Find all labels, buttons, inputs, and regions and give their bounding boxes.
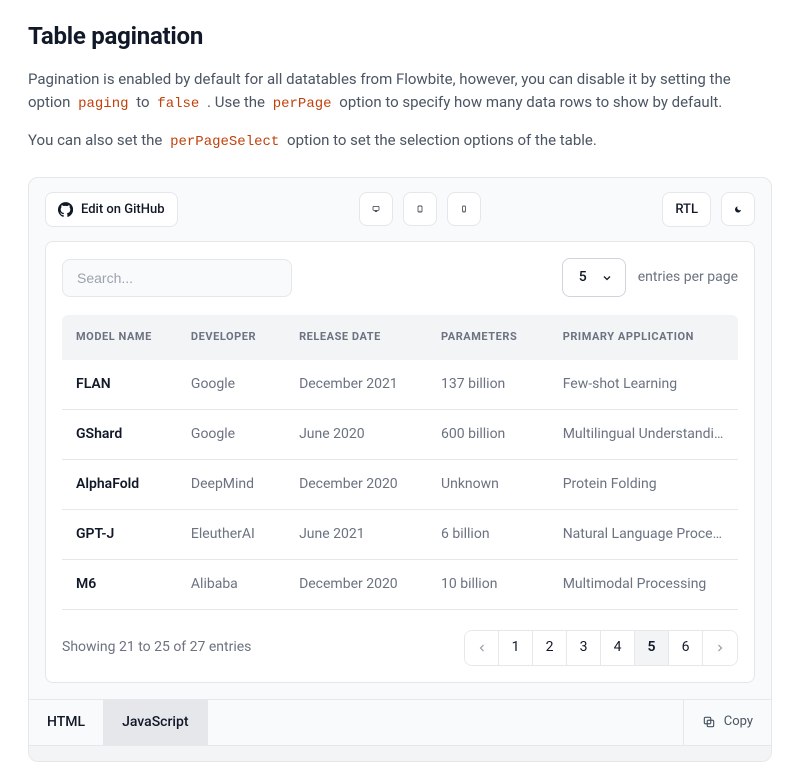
table-cell: GPT-J: [62, 509, 177, 559]
table-row: M6AlibabaDecember 202010 billionMultimod…: [62, 559, 738, 609]
table-cell: Protein Folding: [549, 459, 738, 509]
table-cell: Natural Language Processing: [549, 509, 738, 559]
pagination-prev[interactable]: [465, 631, 499, 665]
chevron-down-icon: [601, 272, 613, 284]
pagination-page[interactable]: 6: [669, 631, 703, 665]
column-header[interactable]: MODEL NAME: [62, 315, 177, 360]
mobile-icon: [460, 201, 468, 217]
table-cell: December 2021: [285, 360, 427, 410]
edit-on-github-label: Edit on GitHub: [81, 200, 165, 220]
pagination-page[interactable]: 3: [567, 631, 601, 665]
data-table: MODEL NAMEDEVELOPERRELEASE DATEPARAMETER…: [62, 315, 738, 610]
table-row: AlphaFoldDeepMindDecember 2020UnknownPro…: [62, 459, 738, 509]
table-row: GShardGoogleJune 2020600 billionMultilin…: [62, 409, 738, 459]
column-header[interactable]: PRIMARY APPLICATION: [549, 315, 738, 360]
pagination-page[interactable]: 2: [533, 631, 567, 665]
tablet-view-button[interactable]: [403, 192, 437, 226]
table-cell: 600 billion: [427, 409, 549, 459]
edit-on-github-button[interactable]: Edit on GitHub: [45, 192, 178, 228]
per-page-value: 5: [579, 267, 587, 288]
example-toolbar: Edit on GitHub RTL: [29, 178, 771, 242]
table-cell: Few-shot Learning: [549, 360, 738, 410]
intro-text: option to set the selection options of t…: [287, 131, 597, 149]
intro-text: option to specify how many data rows to …: [339, 93, 722, 111]
per-page-select[interactable]: 5: [562, 258, 626, 297]
column-header[interactable]: RELEASE DATE: [285, 315, 427, 360]
pagination-page[interactable]: 1: [499, 631, 533, 665]
table-cell: GShard: [62, 409, 177, 459]
example-panel: Edit on GitHub RTL 5: [28, 177, 772, 762]
pagination-page[interactable]: 4: [601, 631, 635, 665]
chevron-right-icon: [714, 642, 726, 654]
column-header[interactable]: DEVELOPER: [177, 315, 285, 360]
search-input[interactable]: [62, 259, 292, 297]
table-cell: June 2020: [285, 409, 427, 459]
rtl-label: RTL: [675, 200, 698, 220]
table-body: FLANGoogleDecember 2021137 billionFew-sh…: [62, 360, 738, 610]
intro-paragraph-2: You can also set the perPageSelect optio…: [28, 129, 772, 153]
table-cell: December 2020: [285, 459, 427, 509]
table-cell: December 2020: [285, 559, 427, 609]
datatable-card: 5 entries per page MODEL NAMEDEVELOPERRE…: [45, 241, 755, 683]
table-cell: 10 billion: [427, 559, 549, 609]
dark-mode-toggle[interactable]: [721, 192, 755, 226]
page-title: Table pagination: [28, 18, 772, 54]
code-tab-html[interactable]: HTML: [29, 700, 104, 745]
table-row: GPT-JEleutherAIJune 20216 billionNatural…: [62, 509, 738, 559]
column-header[interactable]: PARAMETERS: [427, 315, 549, 360]
copy-label: Copy: [724, 712, 753, 732]
desktop-view-button[interactable]: [359, 192, 393, 226]
intro-text: to: [136, 93, 153, 111]
table-cell: M6: [62, 559, 177, 609]
table-header-row: MODEL NAMEDEVELOPERRELEASE DATEPARAMETER…: [62, 315, 738, 360]
table-cell: EleutherAI: [177, 509, 285, 559]
table-cell: FLAN: [62, 360, 177, 410]
table-cell: Google: [177, 409, 285, 459]
pagination-page[interactable]: 5: [635, 631, 669, 665]
desktop-icon: [372, 201, 380, 217]
table-cell: 6 billion: [427, 509, 549, 559]
table-cell: Alibaba: [177, 559, 285, 609]
chevron-left-icon: [476, 642, 488, 654]
pagination-next[interactable]: [703, 631, 737, 665]
per-page-label: entries per page: [638, 267, 738, 288]
code-tab-javascript[interactable]: JavaScript: [104, 700, 207, 745]
github-icon: [58, 202, 73, 217]
moon-icon: [734, 202, 742, 217]
code-perpage: perPage: [269, 95, 336, 113]
table-cell: Multimodal Processing: [549, 559, 738, 609]
copy-icon: [702, 715, 716, 729]
table-cell: Google: [177, 360, 285, 410]
table-cell: June 2021: [285, 509, 427, 559]
intro-paragraph-1: Pagination is enabled by default for all…: [28, 68, 772, 115]
mobile-view-button[interactable]: [447, 192, 481, 226]
code-false: false: [153, 95, 203, 113]
code-perpageselect: perPageSelect: [166, 133, 283, 151]
table-cell: Multilingual Understanding: [549, 409, 738, 459]
code-paging: paging: [74, 95, 132, 113]
table-cell: 137 billion: [427, 360, 549, 410]
per-page-select-wrap: 5 entries per page: [562, 258, 738, 297]
rtl-toggle-button[interactable]: RTL: [662, 192, 711, 228]
table-cell: AlphaFold: [62, 459, 177, 509]
table-cell: Unknown: [427, 459, 549, 509]
pagination: 123456: [464, 630, 738, 666]
table-row: FLANGoogleDecember 2021137 billionFew-sh…: [62, 360, 738, 410]
copy-button[interactable]: Copy: [683, 700, 771, 745]
intro-text: . Use the: [207, 93, 269, 111]
code-tabs: HTMLJavaScript Copy: [29, 699, 771, 745]
pagination-summary: Showing 21 to 25 of 27 entries: [62, 637, 251, 658]
table-cell: DeepMind: [177, 459, 285, 509]
intro-text: You can also set the: [28, 131, 166, 149]
code-block-preview: [29, 745, 771, 761]
tablet-icon: [416, 201, 424, 217]
